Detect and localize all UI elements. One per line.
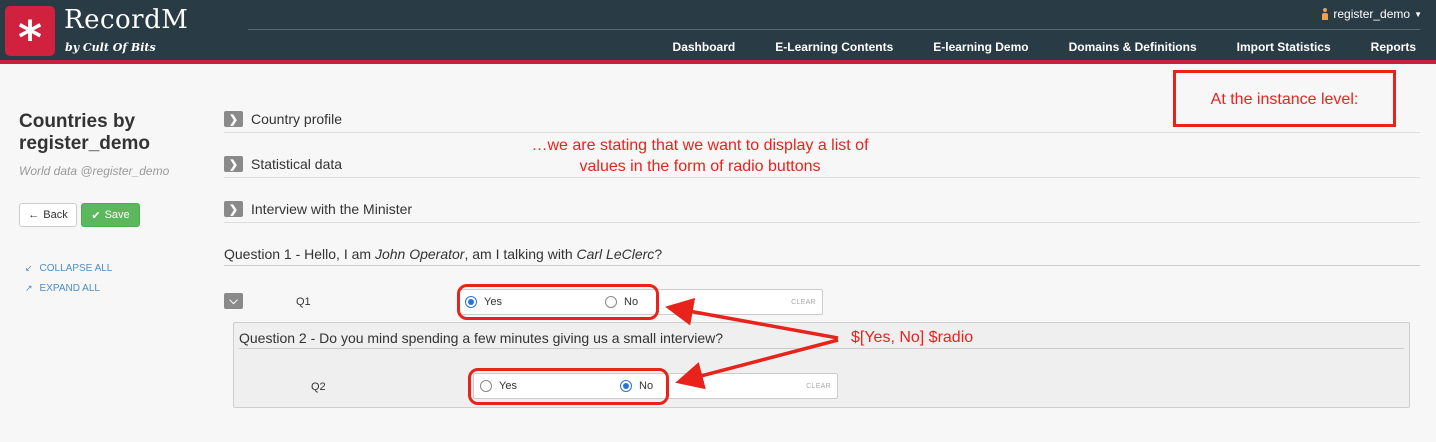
arrow-to-q1 — [665, 297, 839, 340]
annotation-arrows — [665, 297, 839, 390]
arrow-to-q2 — [675, 338, 839, 390]
